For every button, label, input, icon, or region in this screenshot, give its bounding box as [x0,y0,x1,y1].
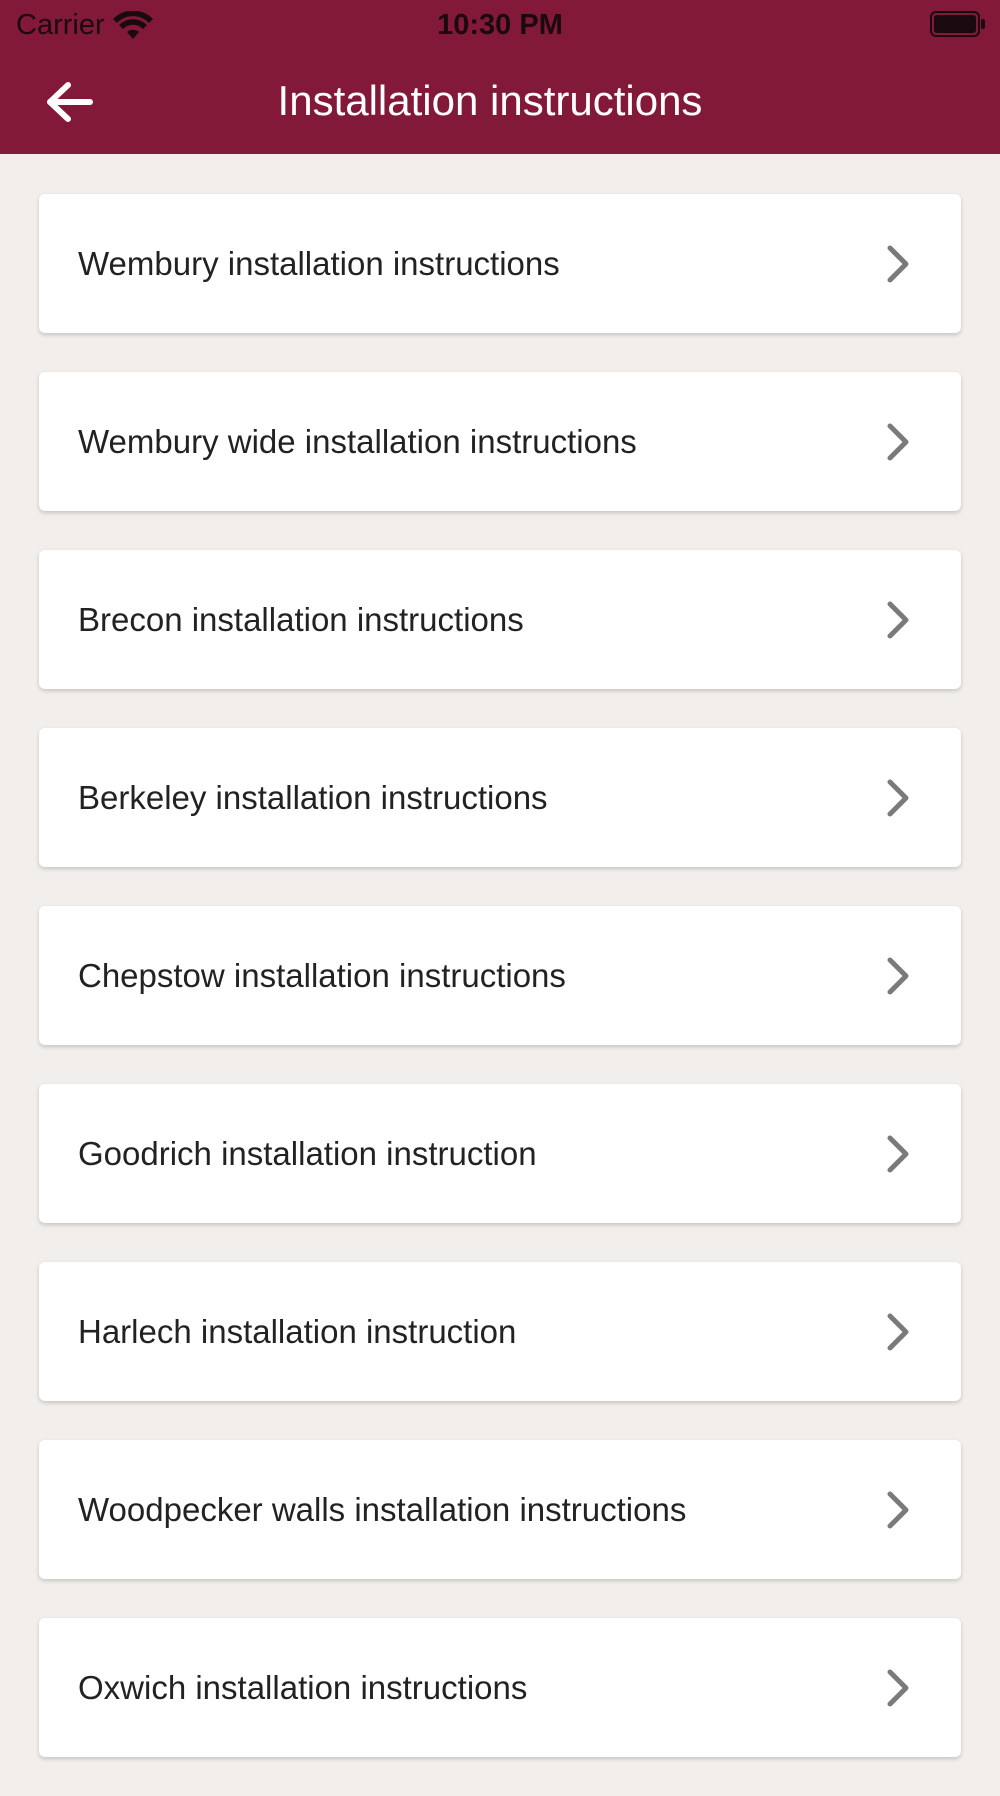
chevron-right-icon [887,245,909,282]
list-item[interactable]: Harlech installation instruction [39,1262,961,1401]
chevron-right-icon [887,1491,909,1528]
navigation-bar: Installation instructions [0,50,1000,154]
list-item-label: Chepstow installation instructions [78,956,566,994]
app-header: Carrier 10:30 PM Installation instructio… [0,0,1000,154]
chevron-right-icon [887,1313,909,1350]
chevron-right-icon [887,423,909,460]
chevron-right-icon [887,601,909,638]
chevron-right-icon [887,1135,909,1172]
list-item-label: Woodpecker walls installation instructio… [78,1490,687,1528]
list-item[interactable]: Wembury installation instructions [39,194,961,333]
status-time: 10:30 PM [437,9,563,41]
list-item-label: Wembury installation instructions [78,244,560,282]
chevron-right-icon [887,957,909,994]
list-item-label: Berkeley installation instructions [78,778,548,816]
chevron-right-icon [887,1669,909,1706]
list-item-label: Wembury wide installation instructions [78,422,637,460]
list-item[interactable]: Oxwich installation instructions [39,1618,961,1757]
battery-icon [930,11,985,37]
list-item[interactable]: Wembury wide installation instructions [39,372,961,511]
list-item[interactable]: Berkeley installation instructions [39,728,961,867]
list-item[interactable]: Chepstow installation instructions [39,906,961,1045]
page-title: Installation instructions [277,77,703,124]
list-item-label: Oxwich installation instructions [78,1668,528,1706]
list-item-label: Goodrich installation instruction [78,1134,537,1172]
list-item[interactable]: Woodpecker walls installation instructio… [39,1440,961,1579]
status-bar: Carrier 10:30 PM [0,0,1000,50]
list-item[interactable]: Brecon installation instructions [39,550,961,689]
list-item-label: Harlech installation instruction [78,1312,517,1350]
chevron-right-icon [887,779,909,816]
list-item-label: Brecon installation instructions [78,600,524,638]
list-item[interactable]: Goodrich installation instruction [39,1084,961,1223]
instructions-list: Wembury installation instructions Wembury… [39,194,961,1796]
